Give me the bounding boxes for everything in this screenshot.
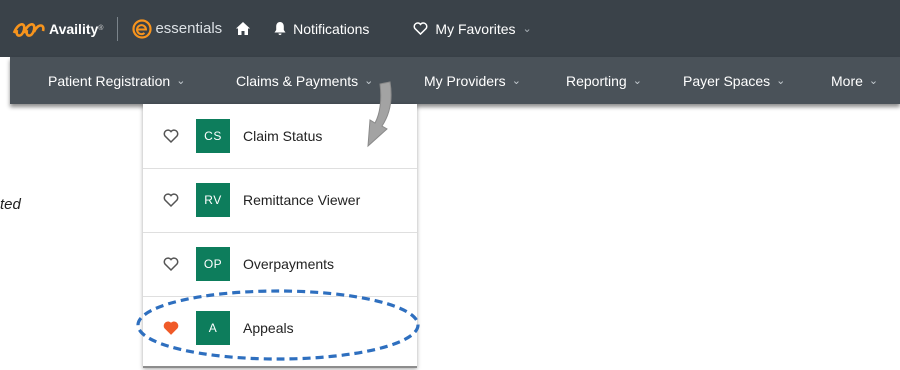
- app-badge: OP: [196, 247, 230, 281]
- topbar-divider: [117, 16, 119, 41]
- chevron-down-icon: ⌄: [868, 75, 879, 87]
- heart-outline-icon: [413, 22, 428, 35]
- availity-brand[interactable]: Availity ®: [12, 18, 103, 40]
- chevron-down-icon: ⌄: [522, 23, 532, 35]
- chevron-down-icon: ⌄: [176, 75, 186, 87]
- home-icon: [236, 22, 251, 35]
- heart-outline-icon[interactable]: [163, 256, 179, 272]
- arrow-down-icon: [367, 81, 392, 148]
- nav-claims-payments[interactable]: Claims & Payments ⌄: [236, 57, 373, 104]
- nav-more[interactable]: More ⌄: [831, 57, 878, 104]
- availity-logo-icon: [12, 22, 45, 37]
- nav-patient-registration[interactable]: Patient Registration ⌄: [48, 57, 185, 104]
- brand-trademark: ®: [98, 25, 104, 32]
- bell-icon: [274, 21, 286, 35]
- notifications-menu[interactable]: Notifications: [274, 21, 369, 37]
- top-bar: Availity ® essentials Notifications My F…: [0, 0, 900, 57]
- app-badge: CS: [196, 119, 230, 153]
- essentials-label: essentials: [155, 20, 223, 37]
- nav-label: My Providers: [424, 72, 506, 89]
- nav-label: Reporting: [566, 72, 627, 89]
- my-favorites-menu[interactable]: My Favorites ⌄: [413, 20, 532, 37]
- heart-outline-icon[interactable]: [163, 192, 179, 208]
- main-nav: Patient Registration ⌄ Claims & Payments…: [10, 57, 900, 104]
- essentials-brand[interactable]: essentials: [132, 18, 223, 39]
- home-button[interactable]: [236, 22, 251, 35]
- brand-name: Availity: [49, 20, 99, 37]
- chevron-down-icon: ⌄: [632, 75, 642, 87]
- chevron-down-icon: ⌄: [776, 75, 786, 87]
- essentials-logo-icon: [132, 18, 153, 39]
- nav-payer-spaces[interactable]: Payer Spaces ⌄: [683, 57, 785, 104]
- menu-item-label: Overpayments: [243, 256, 335, 272]
- app-badge: RV: [196, 183, 230, 217]
- nav-label: Payer Spaces: [683, 72, 771, 89]
- nav-label: Patient Registration: [48, 72, 171, 89]
- menu-item-remittance-viewer[interactable]: RV Remittance Viewer: [143, 168, 417, 233]
- nav-label: More: [831, 72, 863, 89]
- side-note-text: ted: [0, 196, 21, 213]
- heart-outline-icon[interactable]: [163, 128, 179, 144]
- nav-label: Claims & Payments: [236, 72, 359, 89]
- highlight-ellipse: [136, 289, 420, 361]
- my-favorites-label: My Favorites: [435, 20, 516, 37]
- chevron-down-icon: ⌄: [511, 75, 521, 87]
- notifications-label: Notifications: [293, 20, 370, 37]
- menu-item-label: Remittance Viewer: [243, 192, 361, 208]
- menu-item-label: Claim Status: [243, 128, 323, 144]
- nav-reporting[interactable]: Reporting ⌄: [566, 57, 642, 104]
- nav-my-providers[interactable]: My Providers ⌄: [424, 57, 521, 104]
